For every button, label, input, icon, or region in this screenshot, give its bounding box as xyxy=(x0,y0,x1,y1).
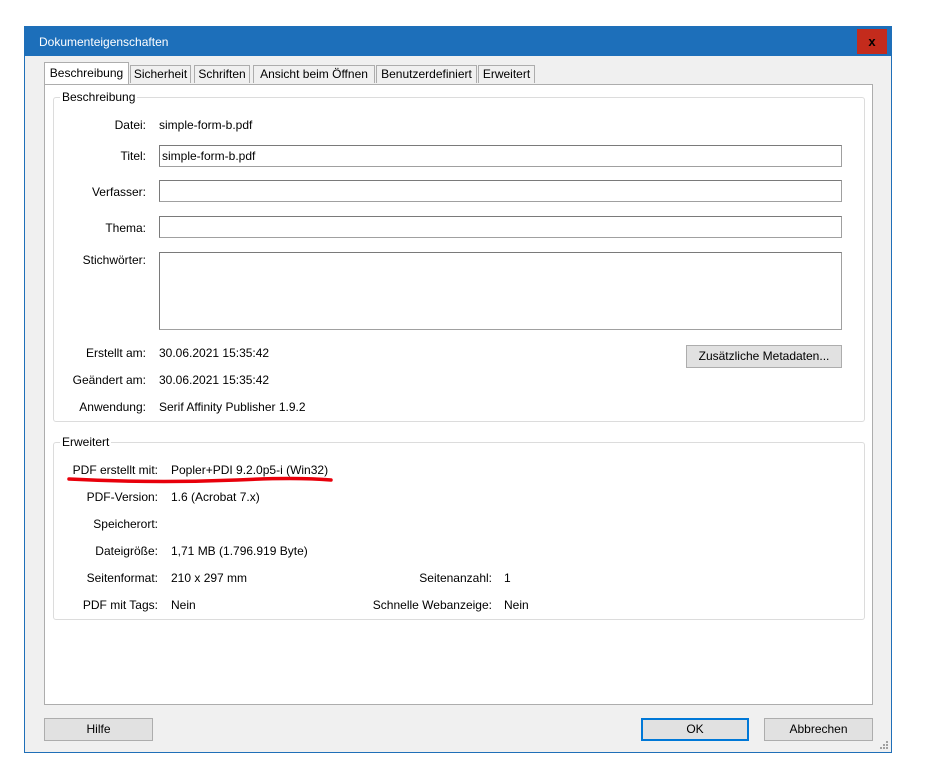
location-label: Speicherort: xyxy=(93,517,158,531)
red-underline-annotation xyxy=(67,476,333,484)
pages-label: Seitenanzahl: xyxy=(419,571,492,585)
cancel-button[interactable]: Abbrechen xyxy=(764,718,873,741)
description-group: Beschreibung Datei: simple-form-b.pdf Ti… xyxy=(53,90,865,422)
erstellt-value: 30.06.2021 15:35:42 xyxy=(159,346,270,360)
tags-label: PDF mit Tags: xyxy=(82,598,158,612)
stichwoerter-label: Stichwörter: xyxy=(82,253,146,267)
erstellt-label: Erstellt am: xyxy=(85,346,146,360)
geaendert-value: 30.06.2021 15:35:42 xyxy=(159,373,270,387)
anwendung-value: Serif Affinity Publisher 1.9.2 xyxy=(159,400,306,414)
datei-label: Datei: xyxy=(114,118,146,132)
stichwoerter-field[interactable] xyxy=(159,252,842,330)
tab-sicherheit[interactable]: Sicherheit xyxy=(130,65,191,83)
format-value: 210 x 297 mm xyxy=(171,571,248,585)
tab-beschreibung[interactable]: Beschreibung xyxy=(44,62,129,84)
version-label: PDF-Version: xyxy=(86,490,158,504)
verfasser-label: Verfasser: xyxy=(91,185,146,199)
size-value: 1,71 MB (1.796.919 Byte) xyxy=(171,544,308,558)
format-label: Seitenformat: xyxy=(86,571,158,585)
webview-label: Schnelle Webanzeige: xyxy=(372,598,492,612)
verfasser-field[interactable] xyxy=(159,180,842,202)
tab-erweitert[interactable]: Erweitert xyxy=(478,65,535,83)
tab-page: Beschreibung Datei: simple-form-b.pdf Ti… xyxy=(44,84,873,705)
title-bar[interactable]: Dokumenteigenschaften x xyxy=(25,27,891,56)
document-properties-dialog: Dokumenteigenschaften x Beschreibung Sic… xyxy=(24,26,892,753)
tab-ansicht-beim-oeffnen[interactable]: Ansicht beim Öffnen xyxy=(253,65,375,83)
thema-field[interactable] xyxy=(159,216,842,238)
size-label: Dateigröße: xyxy=(95,544,158,558)
ok-button[interactable]: OK xyxy=(641,718,749,741)
advanced-group: Erweitert PDF erstellt mit: Popler+PDI 9… xyxy=(53,435,865,620)
additional-metadata-button[interactable]: Zusätzliche Metadaten... xyxy=(686,345,842,368)
description-group-title: Beschreibung xyxy=(60,90,138,104)
help-button[interactable]: Hilfe xyxy=(44,718,153,741)
resize-grip-icon[interactable] xyxy=(879,740,889,750)
advanced-group-title: Erweitert xyxy=(60,435,112,449)
tags-value: Nein xyxy=(171,598,196,612)
close-button[interactable]: x xyxy=(857,29,887,54)
titel-field[interactable] xyxy=(159,145,842,167)
tab-benutzerdefiniert[interactable]: Benutzerdefiniert xyxy=(376,65,477,83)
tab-schriften[interactable]: Schriften xyxy=(194,65,250,83)
version-value: 1.6 (Acrobat 7.x) xyxy=(171,490,260,504)
window-title: Dokumenteigenschaften xyxy=(39,35,169,49)
webview-value: Nein xyxy=(504,598,529,612)
geaendert-label: Geändert am: xyxy=(72,373,146,387)
anwendung-label: Anwendung: xyxy=(79,400,146,414)
datei-value: simple-form-b.pdf xyxy=(159,118,253,132)
thema-label: Thema: xyxy=(105,221,146,235)
titel-label: Titel: xyxy=(120,149,146,163)
pages-value: 1 xyxy=(504,571,511,585)
